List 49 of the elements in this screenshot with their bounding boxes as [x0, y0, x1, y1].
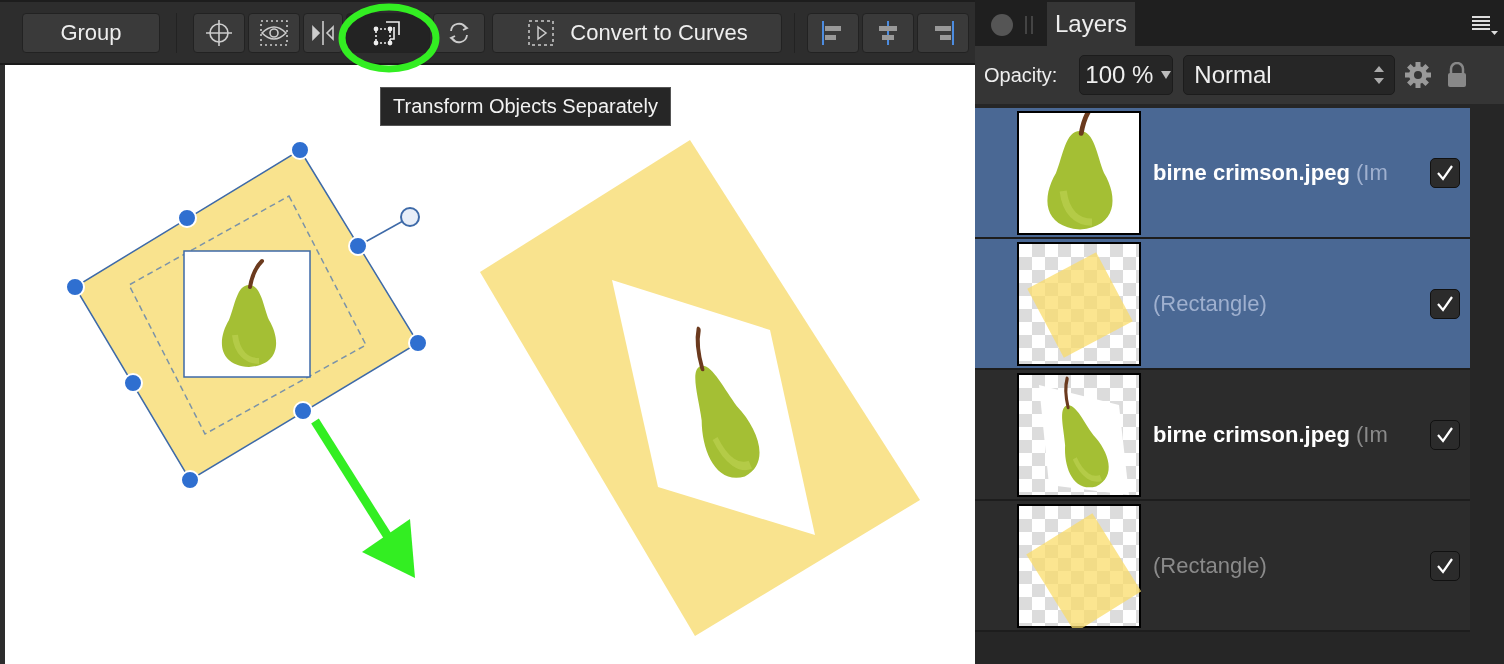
layer-row[interactable]: birne crimson.jpeg (Im [975, 370, 1470, 499]
toolbar-button[interactable] [193, 12, 245, 53]
selection-handle[interactable] [348, 236, 368, 256]
play-frame-icon [526, 17, 557, 48]
visibility-checkbox[interactable] [1430, 157, 1460, 188]
layer-name: (Rectangle) [1153, 552, 1268, 579]
opacity-label: Opacity: [984, 63, 1058, 87]
checkmark-icon [1436, 294, 1454, 313]
blend-mode-dropdown[interactable]: Normal [1183, 55, 1396, 95]
flip-icon [309, 18, 337, 47]
selection-handle[interactable] [180, 470, 200, 490]
grip-icon[interactable] [1025, 16, 1033, 34]
selection-handle[interactable] [408, 333, 428, 353]
checkmark-icon [1436, 425, 1454, 444]
selection-handle[interactable] [290, 140, 310, 160]
layer-name: birne crimson.jpeg (Im [1153, 421, 1389, 448]
gear-icon[interactable] [1405, 62, 1432, 88]
caret-icon [1161, 71, 1172, 79]
layer-row[interactable]: birne crimson.jpeg (Im [975, 108, 1470, 237]
menu-icon[interactable] [1472, 14, 1498, 36]
crosshair-icon [205, 18, 233, 47]
group-button[interactable]: Group [22, 12, 160, 53]
visibility-checkbox[interactable] [1430, 419, 1460, 450]
selection-handle[interactable] [293, 401, 313, 421]
selection-handle[interactable] [177, 208, 197, 228]
layer-name: (Rectangle) [1153, 290, 1268, 317]
layer-row[interactable]: (Rectangle) [975, 501, 1470, 630]
eye-icon [259, 18, 289, 47]
align-button[interactable] [917, 12, 969, 53]
selection-handle[interactable] [65, 277, 85, 297]
checkmark-icon [1436, 163, 1454, 182]
selection-handle[interactable] [123, 373, 143, 393]
toolbar-button[interactable] [433, 12, 485, 53]
layer-name: birne crimson.jpeg (Im [1153, 159, 1389, 186]
visibility-checkbox[interactable] [1430, 550, 1460, 581]
visibility-checkbox[interactable] [1430, 288, 1460, 319]
rotation-handle[interactable] [400, 207, 420, 227]
toolbar-button[interactable] [303, 12, 343, 53]
stepper-arrows-icon [1374, 66, 1385, 84]
layers-tab[interactable]: Layers [1047, 2, 1136, 46]
transform-separately-button[interactable] [346, 12, 430, 53]
tooltip: Transform Objects Separately [380, 87, 671, 126]
align-button[interactable] [862, 12, 914, 53]
opacity-field[interactable]: 100 % [1079, 55, 1174, 95]
toolbar-button[interactable] [248, 12, 300, 53]
lock-icon[interactable] [1447, 62, 1468, 88]
checkmark-icon [1436, 556, 1454, 575]
align-button[interactable] [807, 12, 859, 53]
convert-to-curves-button[interactable]: Convert to Curves [492, 12, 782, 53]
